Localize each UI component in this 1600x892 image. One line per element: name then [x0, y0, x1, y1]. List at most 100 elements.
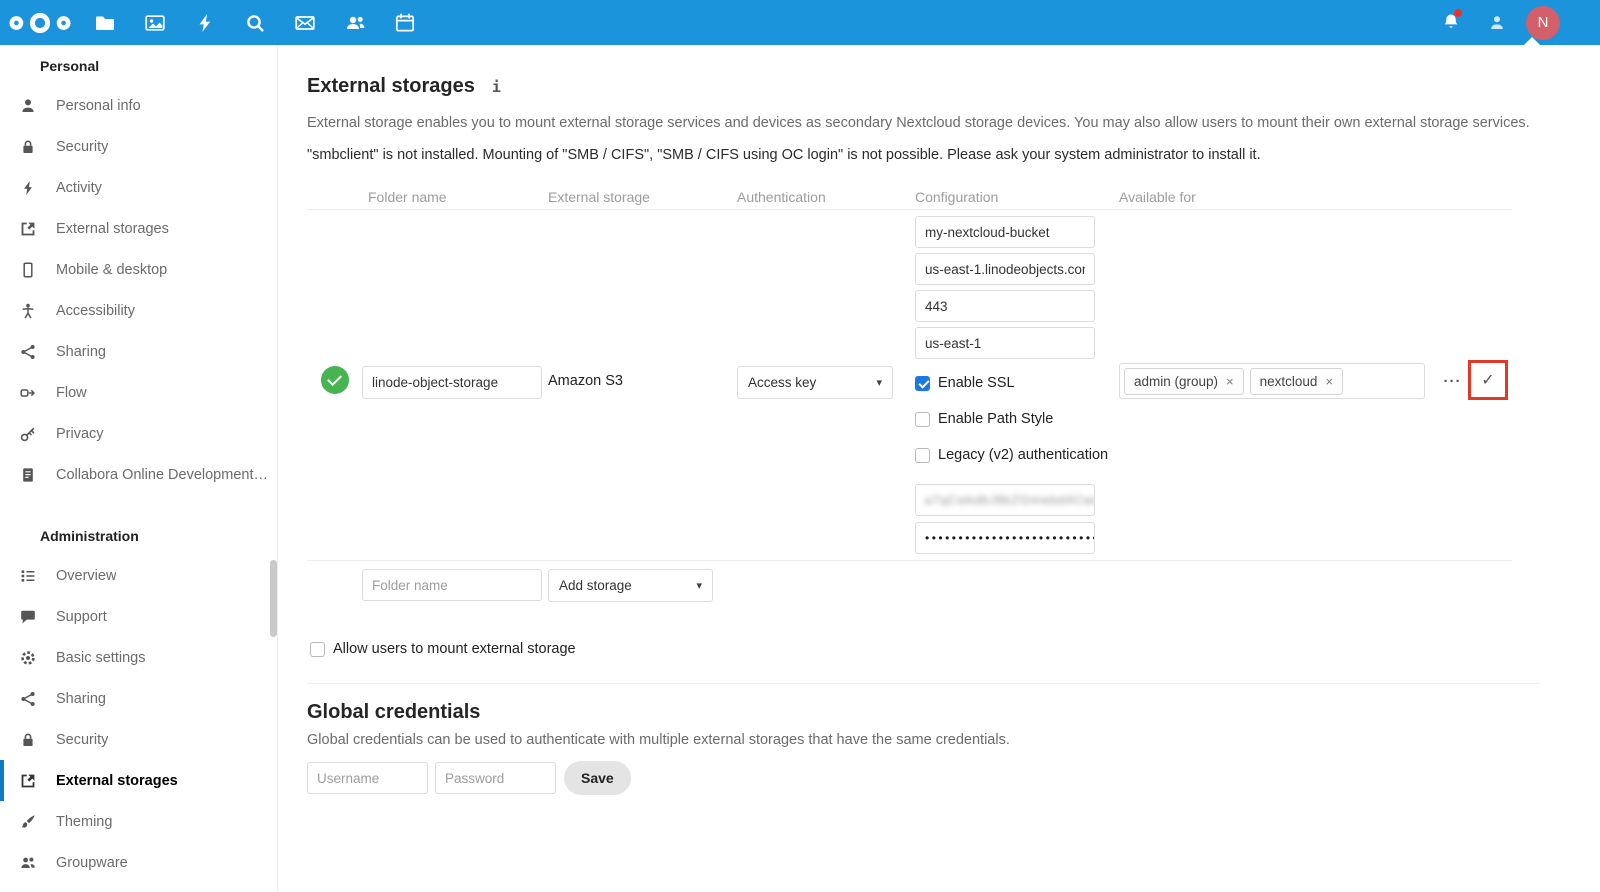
sidebar-item-label: Activity: [56, 180, 102, 196]
storage-row: Amazon S3 Access key ▾ Enable SSL: [307, 210, 1512, 561]
legacy-auth-label: Legacy (v2) authentication: [938, 447, 1108, 463]
global-username-input[interactable]: [307, 762, 428, 794]
contacts-menu-button[interactable]: [1474, 0, 1520, 45]
sidebar-item-security-personal[interactable]: Security: [0, 126, 277, 167]
column-header-authentication: Authentication: [731, 189, 909, 205]
authentication-select[interactable]: Access key ▾: [737, 366, 893, 399]
sidebar-item-support[interactable]: Support: [0, 596, 277, 637]
add-storage-select[interactable]: Add storage ▾: [548, 569, 713, 602]
sidebar-item-sharing-admin[interactable]: Sharing: [0, 678, 277, 719]
settings-menu-caret: [1524, 37, 1540, 45]
available-for-chip: nextcloud ×: [1250, 368, 1343, 395]
remove-chip-icon[interactable]: ×: [1226, 374, 1234, 389]
sidebar-item-flow[interactable]: Flow: [0, 372, 277, 413]
enable-ssl-checkbox[interactable]: Enable SSL: [915, 375, 1113, 391]
sidebar-item-collabora[interactable]: Collabora Online Development Edit...: [0, 454, 277, 495]
sidebar-item-label: Security: [56, 139, 108, 155]
top-bar: N: [0, 0, 1600, 45]
checkbox-unchecked-icon: [915, 448, 930, 463]
remove-chip-icon[interactable]: ×: [1325, 374, 1333, 389]
sidebar-item-sharing-personal[interactable]: Sharing: [0, 331, 277, 372]
share-icon: [20, 691, 36, 707]
sidebar-item-label: Privacy: [56, 426, 104, 442]
sidebar-item-label: Collabora Online Development Edit...: [56, 467, 271, 483]
sidebar-scrollbar-thumb[interactable]: [270, 560, 277, 637]
sidebar-item-label: Theming: [56, 814, 112, 830]
administration-section-heading: Administration: [0, 526, 277, 546]
sidebar-item-basic-settings[interactable]: Basic settings: [0, 637, 277, 678]
contact-person-icon: [1488, 14, 1506, 32]
sidebar-item-label: Flow: [56, 385, 87, 401]
folder-icon: [95, 13, 115, 33]
accessibility-icon: [20, 303, 36, 319]
sidebar-item-external-storages-admin[interactable]: External storages: [0, 760, 277, 801]
sidebar-item-label: Personal info: [56, 98, 141, 114]
page-title: External storages: [307, 75, 475, 98]
app-search-button[interactable]: [230, 0, 280, 45]
hostname-input[interactable]: [915, 253, 1095, 285]
bucket-input[interactable]: [915, 216, 1095, 248]
region-input[interactable]: [915, 327, 1095, 359]
lightning-icon: [20, 180, 36, 196]
save-button[interactable]: Save: [564, 761, 631, 795]
storage-type-label: Amazon S3: [542, 373, 731, 554]
sidebar-item-accessibility[interactable]: Accessibility: [0, 290, 277, 331]
secret-key-input[interactable]: ••••••••••••••••••••••••••••••: [915, 522, 1095, 554]
sidebar-item-security-admin[interactable]: Security: [0, 719, 277, 760]
sidebar-item-personal-info[interactable]: Personal info: [0, 85, 277, 126]
new-folder-name-input[interactable]: [362, 569, 542, 601]
app-activity-button[interactable]: [180, 0, 230, 45]
info-icon[interactable]: i: [492, 78, 501, 96]
legacy-auth-checkbox[interactable]: Legacy (v2) authentication: [915, 447, 1113, 463]
allow-users-mount-label: Allow users to mount external storage: [333, 641, 576, 657]
enable-path-style-checkbox[interactable]: Enable Path Style: [915, 411, 1113, 427]
external-link-icon: [20, 221, 36, 237]
row-options-button[interactable]: ···: [1437, 373, 1468, 390]
app-mail-button[interactable]: [280, 0, 330, 45]
sidebar-item-label: Sharing: [56, 344, 106, 360]
people-icon: [20, 855, 36, 871]
lock-icon: [20, 139, 36, 155]
port-input[interactable]: [915, 290, 1095, 322]
sidebar-item-label: Groupware: [56, 855, 128, 871]
app-files-button[interactable]: [80, 0, 130, 45]
photos-icon: [145, 13, 165, 33]
sidebar-item-overview[interactable]: Overview: [0, 555, 277, 596]
app-photos-button[interactable]: [130, 0, 180, 45]
app-contacts-button[interactable]: [330, 0, 380, 45]
nextcloud-logo[interactable]: [0, 11, 80, 35]
folder-name-input[interactable]: [362, 366, 542, 399]
notifications-button[interactable]: [1428, 0, 1474, 45]
save-storage-button[interactable]: ✓: [1471, 363, 1505, 397]
allow-users-mount-checkbox[interactable]: Allow users to mount external storage: [310, 641, 1600, 657]
chevron-down-icon: ▾: [876, 376, 882, 389]
lightning-icon: [196, 13, 214, 33]
sidebar-item-label: Overview: [56, 568, 116, 584]
sidebar-item-groupware[interactable]: Groupware: [0, 842, 277, 883]
chevron-down-icon: ▾: [696, 579, 702, 592]
topbar-right-cluster: N: [1428, 0, 1566, 45]
sidebar-item-activity[interactable]: Activity: [0, 167, 277, 208]
access-key-input[interactable]: a7qCwkdbJ8kZGmwbd4Cweki: [915, 484, 1095, 516]
global-password-input[interactable]: [435, 762, 556, 794]
mail-icon: [295, 13, 315, 33]
document-icon: [20, 467, 36, 483]
sidebar-item-mobile-desktop[interactable]: Mobile & desktop: [0, 249, 277, 290]
key-icon: [20, 426, 36, 442]
sidebar-item-external-storages-personal[interactable]: External storages: [0, 208, 277, 249]
sidebar-item-label: Mobile & desktop: [56, 262, 167, 278]
gear-icon: [20, 650, 36, 666]
paintbrush-icon: [20, 814, 36, 830]
sidebar-item-theming[interactable]: Theming: [0, 801, 277, 842]
available-for-select[interactable]: admin (group) × nextcloud ×: [1119, 363, 1425, 399]
external-storages-table: Folder name External storage Authenticat…: [307, 184, 1512, 615]
app-calendar-button[interactable]: [380, 0, 430, 45]
avatar: N: [1526, 6, 1560, 40]
main-content: External storages i External storage ena…: [278, 45, 1600, 892]
secret-key-masked-value: ••••••••••••••••••••••••••••••: [925, 531, 1095, 545]
notification-dot: [1454, 9, 1462, 17]
people-icon: [345, 13, 366, 33]
sidebar-item-privacy[interactable]: Privacy: [0, 413, 277, 454]
settings-sidebar: Personal Personal info Security Activity…: [0, 45, 278, 892]
global-credentials-section: Global credentials Global credentials ca…: [307, 683, 1540, 795]
